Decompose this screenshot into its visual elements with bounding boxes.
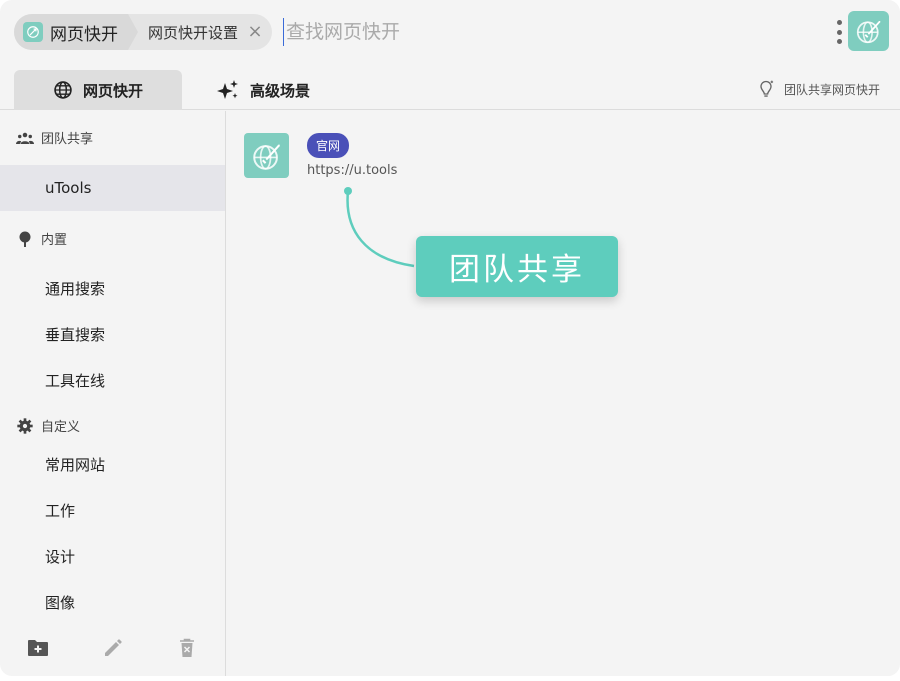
sidebar-item-label: 垂直搜索 <box>45 325 106 344</box>
sidebar-group-label: 团队共享 <box>41 132 94 147</box>
sidebar-group-custom: 自定义 <box>16 416 80 435</box>
tab-label: 网页快开 <box>82 81 143 100</box>
sidebar-group-label: 自定义 <box>41 420 81 435</box>
tab-web-quick-open[interactable]: 网页快开 <box>14 70 182 110</box>
edit-icon[interactable] <box>101 636 125 660</box>
app-logo-icon <box>23 22 43 42</box>
sidebar-item-work[interactable]: 工作 <box>0 487 225 533</box>
sidebar-item-online-tools[interactable]: 工具在线 <box>0 357 225 403</box>
team-share-callout: 团队共享 <box>416 236 618 297</box>
delete-icon[interactable] <box>175 636 199 660</box>
sidebar-item-general-search[interactable]: 通用搜索 <box>0 265 225 311</box>
sidebar-item-label: 常用网站 <box>45 455 106 474</box>
breadcrumb-app[interactable]: 网页快开 <box>14 14 138 50</box>
close-icon[interactable]: × <box>246 23 264 41</box>
app-logo-icon[interactable] <box>848 11 889 51</box>
team-share-link[interactable]: 团队共享网页快开 <box>756 78 880 100</box>
tab-label: 高级场景 <box>250 81 311 100</box>
callout-text: 团队共享 <box>449 252 585 288</box>
pin-icon <box>16 231 34 247</box>
team-icon <box>16 132 34 144</box>
app-window: 网页快开 网页快开设置 × 网页快开 <box>0 0 900 676</box>
breadcrumb: 网页快开 网页快开设置 × <box>14 14 273 50</box>
sidebar-item-vertical-search[interactable]: 垂直搜索 <box>0 311 225 357</box>
sidebar-item-label: 工作 <box>45 501 76 520</box>
sidebar-item-label: 设计 <box>45 547 76 566</box>
sidebar-item-label: 图像 <box>45 593 76 612</box>
sidebar-actions <box>0 636 225 660</box>
team-share-label: 团队共享网页快开 <box>783 82 880 97</box>
breadcrumb-subpage-label: 网页快开设置 <box>148 23 239 42</box>
sidebar-group-builtin: 内置 <box>16 229 67 248</box>
globe-icon <box>53 80 73 100</box>
sidebar-item-label: uTools <box>45 179 92 197</box>
sidebar-item-images[interactable]: 图像 <box>0 579 225 625</box>
breadcrumb-app-label: 网页快开 <box>50 24 118 45</box>
sidebar-item-design[interactable]: 设计 <box>0 533 225 579</box>
sidebar-item-label: 通用搜索 <box>45 279 106 298</box>
sidebar-item-common-sites[interactable]: 常用网站 <box>0 441 225 487</box>
tab-bar: 网页快开 高级场景 团队共享网页快开 <box>0 70 900 110</box>
lightbulb-icon <box>756 79 776 99</box>
top-bar: 网页快开 网页快开设置 × <box>0 0 900 64</box>
more-menu-icon[interactable] <box>833 18 845 46</box>
sparkle-icon <box>216 79 240 101</box>
rocket-globe-icon <box>244 133 289 178</box>
search-input[interactable] <box>283 18 803 46</box>
callout-connector <box>344 187 415 268</box>
sidebar-group-label: 内置 <box>41 233 68 248</box>
entry-url: https://u.tools <box>307 163 398 178</box>
official-badge: 官网 <box>307 133 350 158</box>
gear-icon <box>16 417 34 434</box>
breadcrumb-subpage: 网页快开设置 × <box>128 22 264 43</box>
sidebar-item-label: 工具在线 <box>45 371 106 390</box>
add-folder-icon[interactable] <box>26 636 50 660</box>
sidebar: 团队共享 uTools 内置 通用搜索 垂直搜索 工具在线 自定义 常用网站 工… <box>0 111 226 676</box>
content-area: 官网 https://u.tools 团队共享 <box>226 111 900 676</box>
sidebar-group-team: 团队共享 <box>16 128 93 147</box>
sidebar-item-utools[interactable]: uTools <box>0 165 225 211</box>
tab-advanced-scenes[interactable]: 高级场景 <box>216 70 310 110</box>
